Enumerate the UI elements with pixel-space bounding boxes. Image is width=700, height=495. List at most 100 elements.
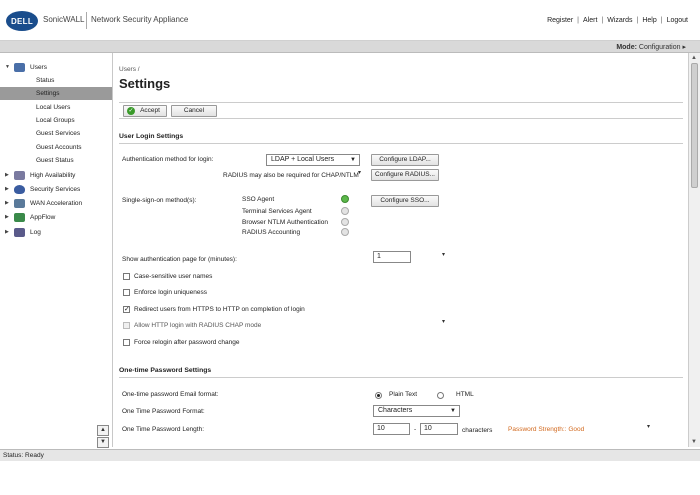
radius-note: RADIUS may also be required for CHAP/NTL… [223,172,359,179]
brand-divider [86,12,87,29]
case-sensitive-checkbox[interactable] [123,273,130,280]
cancel-button[interactable]: Cancel [171,105,217,117]
browser-ntlm-label: Browser NTLM Authentication [242,219,328,226]
accept-button[interactable]: ✓ Accept [123,105,167,117]
force-relogin-checkbox[interactable] [123,339,130,346]
sidebar-item-settings[interactable]: Settings [0,87,112,100]
expand-triangle-icon[interactable]: ▶ [5,169,9,182]
show-auth-page-label: Show authentication page for (minutes): [122,256,237,263]
register-link[interactable]: Register [547,17,573,24]
dell-logo: DELL [6,11,38,31]
redirect-https-label: Redirect users from HTTPS to HTTP on com… [134,306,305,313]
empty-footer-area [0,461,700,495]
scroll-down-arrow-icon[interactable]: ▼ [691,439,697,445]
shield-icon [14,185,25,194]
help-link[interactable]: Help [642,17,656,24]
breadcrumb[interactable]: Users / [119,66,140,73]
logout-link[interactable]: Logout [667,17,688,24]
terminal-services-status-icon [341,207,349,215]
sidebar-item-appflow[interactable]: ▶ AppFlow [0,211,112,224]
pointer-marker: ▾ [442,252,446,258]
high-availability-icon [14,171,25,180]
sso-methods-label: Single-sign-on method(s): [122,197,197,204]
otp-settings-heading: One-time Password Settings [119,367,683,378]
sso-agent-status-icon [341,195,349,203]
browser-ntlm-status-icon [341,218,349,226]
terminal-services-agent-label: Terminal Services Agent [242,208,312,215]
top-links: Register | Alert | Wizards | Help | Logout [547,17,688,24]
sidebar-item-local-users[interactable]: Local Users [0,101,112,114]
auth-method-label: Authentication method for login: [122,156,214,163]
sidebar-item-local-groups[interactable]: Local Groups [0,114,112,127]
sidebar-item-log[interactable]: ▶ Log [0,226,112,239]
sso-agent-label: SSO Agent [242,196,275,203]
top-header: DELL SonicWALL Network Security Applianc… [0,0,700,41]
expand-triangle-icon[interactable]: ▶ [5,183,9,196]
expand-triangle-icon[interactable]: ▶ [5,226,9,239]
brand-name: SonicWALL [43,15,85,24]
sidebar-nav: ▼ Users Status Settings Local Users Loca… [0,53,113,448]
auth-method-select[interactable]: LDAP + Local Users ▼ [266,154,360,166]
html-radio[interactable] [437,392,444,399]
action-bar: ✓ Accept Cancel [119,102,683,119]
html-label: HTML [456,391,474,398]
sidebar-scroll-up-button[interactable]: ▲ [97,425,109,436]
radius-accounting-status-icon [341,228,349,236]
case-sensitive-label: Case-sensitive user names [134,273,213,280]
otp-length-separator: - [414,426,417,433]
expand-triangle-icon[interactable]: ▶ [5,211,9,224]
page-title: Settings [119,76,171,91]
appflow-icon [14,213,25,222]
pointer-marker: ▾ [358,170,362,176]
log-icon [14,228,25,237]
sidebar-item-high-availability[interactable]: ▶ High Availability [0,169,112,182]
pointer-marker: ▾ [647,424,651,430]
scroll-up-arrow-icon[interactable]: ▲ [691,55,697,61]
mode-value: Configuration ▸ [638,44,686,51]
sidebar-item-guest-services[interactable]: Guest Services [0,127,112,140]
sidebar-item-users[interactable]: ▼ Users [0,61,112,74]
configure-ldap-button[interactable]: Configure LDAP... [371,154,439,166]
mode-selector[interactable]: Mode: Configuration ▸ [616,43,686,51]
user-login-settings-heading: User Login Settings [119,133,683,144]
sidebar-item-status[interactable]: Status [0,74,112,87]
otp-format-label: One Time Password Format: [122,408,205,415]
enforce-uniqueness-label: Enforce login uniqueness [134,289,207,296]
redirect-https-checkbox[interactable] [123,305,130,313]
expand-triangle-icon[interactable]: ▼ [5,61,10,74]
scrollbar-thumb[interactable] [691,63,698,188]
plain-text-label: Plain Text [389,391,418,398]
show-auth-minutes-input[interactable]: 1 [373,251,411,263]
wizards-link[interactable]: Wizards [607,17,632,24]
expand-triangle-icon[interactable]: ▶ [5,197,9,210]
plain-text-radio[interactable] [375,392,382,399]
check-icon: ✓ [127,107,135,115]
otp-email-format-label: One-time password Email format: [122,391,219,398]
otp-length-max-input[interactable]: 10 [420,423,458,435]
allow-http-radius-label: Allow HTTP login with RADIUS CHAP mode [134,322,262,329]
dropdown-arrow-icon: ▼ [450,408,456,414]
mode-label: Mode: [616,44,637,51]
mode-bar: Mode: Configuration ▸ [0,41,700,53]
radius-accounting-label: RADIUS Accounting [242,229,301,236]
configure-sso-button[interactable]: Configure SSO... [371,195,439,207]
otp-length-min-input[interactable]: 10 [373,423,410,435]
sidebar-item-guest-status[interactable]: Guest Status [0,154,112,167]
enforce-uniqueness-checkbox[interactable] [123,289,130,296]
sidebar-item-wan-acceleration[interactable]: ▶ WAN Acceleration [0,197,112,210]
otp-length-label: One Time Password Length: [122,426,205,433]
password-strength-indicator: Password Strength:: Good [508,426,585,433]
main-scrollbar[interactable]: ▲ ▼ [688,53,700,447]
sidebar-scroll-down-button[interactable]: ▼ [97,437,109,448]
sidebar-item-guest-accounts[interactable]: Guest Accounts [0,141,112,154]
otp-format-select[interactable]: Characters ▼ [373,405,460,417]
product-name: Network Security Appliance [91,15,189,24]
dropdown-arrow-icon: ▼ [350,157,356,163]
force-relogin-label: Force relogin after password change [134,339,240,346]
pointer-marker: ▾ [442,319,446,325]
alert-link[interactable]: Alert [583,17,597,24]
configure-radius-button[interactable]: Configure RADIUS... [371,169,439,181]
status-bar: Status: Ready [0,449,700,461]
allow-http-radius-checkbox[interactable] [123,322,130,329]
sidebar-item-security-services[interactable]: ▶ Security Services [0,183,112,196]
